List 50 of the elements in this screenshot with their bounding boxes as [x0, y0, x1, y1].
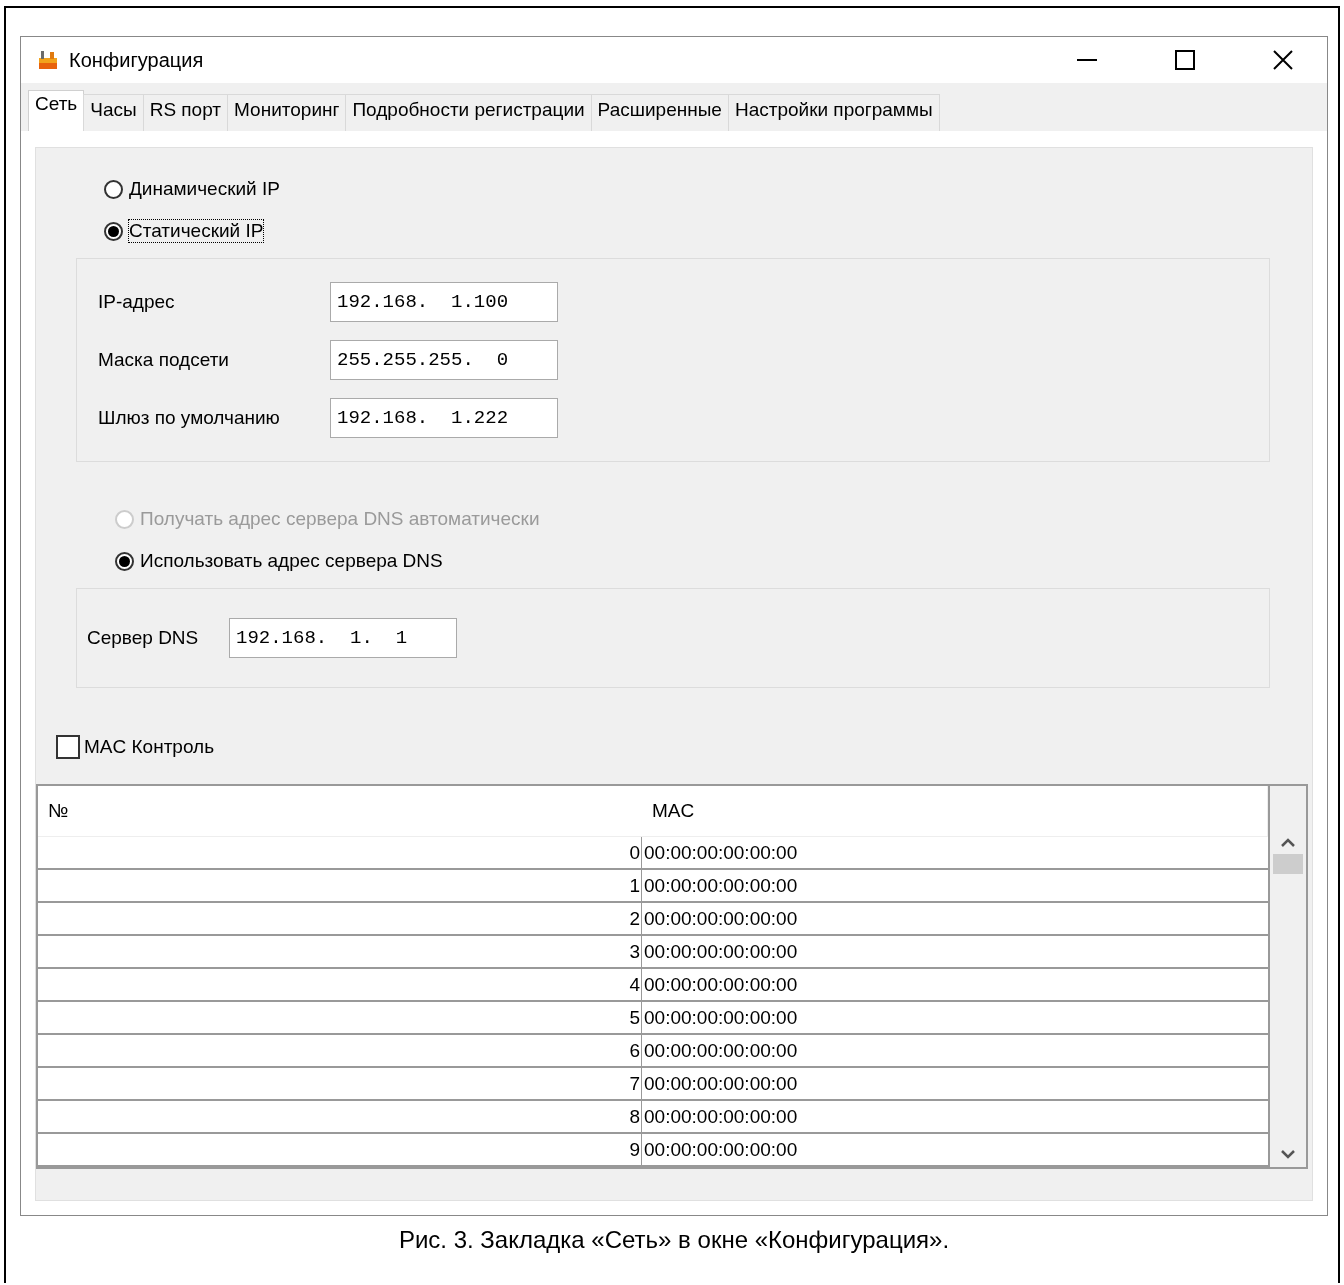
- figure-caption: Рис. 3. Закладка «Сеть» в окне «Конфигурация».: [397, 1225, 951, 1254]
- radio-button[interactable]: [115, 551, 134, 571]
- table-cell: 00:00:00:00:00:00: [642, 1035, 1268, 1068]
- window-title: Конфигурация: [69, 48, 205, 72]
- close-icon[interactable]: [1272, 49, 1294, 71]
- ip-field[interactable]: 192.168. 1.222: [330, 398, 558, 438]
- table-cell: 00:00:00:00:00:00: [642, 1002, 1268, 1035]
- table-cell: 00:00:00:00:00:00: [642, 903, 1268, 936]
- table-cell: 7: [38, 1068, 642, 1101]
- radio-label[interactable]: Использовать адрес сервера DNS: [140, 550, 443, 572]
- table-cell: 2: [38, 903, 642, 936]
- table-cell: 00:00:00:00:00:00: [642, 936, 1268, 969]
- scrollbar[interactable]: [1268, 786, 1306, 1167]
- tab[interactable]: Сеть: [28, 90, 85, 131]
- table-cell: 3: [38, 936, 642, 969]
- table-cell: 9: [38, 1134, 642, 1167]
- checkbox[interactable]: [56, 735, 80, 759]
- table-cell: 00:00:00:00:00:00: [642, 1101, 1268, 1134]
- table-cell: 00:00:00:00:00:00: [642, 870, 1268, 903]
- field-label: Сервер DNS: [87, 627, 200, 649]
- table-cell: 00:00:00:00:00:00: [642, 1068, 1268, 1101]
- field-label: Шлюз по умолчанию: [98, 407, 281, 429]
- tab[interactable]: Часы: [83, 94, 144, 131]
- field-label: Маска подсети: [98, 349, 230, 371]
- radio-button[interactable]: [104, 179, 123, 199]
- ip-field[interactable]: 255.255.255. 0: [330, 340, 558, 380]
- ip-field[interactable]: 192.168. 1.100: [330, 282, 558, 322]
- table-cell: 0: [38, 837, 642, 870]
- radio-label[interactable]: Динамический IP: [129, 178, 280, 200]
- table-cell: 1: [38, 870, 642, 903]
- column-header[interactable]: №: [38, 786, 642, 837]
- radio-button[interactable]: [104, 221, 123, 241]
- scroll-down-icon[interactable]: [1280, 1149, 1296, 1161]
- table-cell: 00:00:00:00:00:00: [642, 1134, 1268, 1167]
- app-icon: [37, 49, 59, 71]
- table-cell: 4: [38, 969, 642, 1002]
- maximize-icon[interactable]: [1174, 49, 1196, 71]
- table-cell: 00:00:00:00:00:00: [642, 837, 1268, 870]
- column-header[interactable]: MAC: [642, 786, 1268, 837]
- table-cell: 8: [38, 1101, 642, 1134]
- radio-label[interactable]: Статический IP: [129, 220, 264, 242]
- scroll-thumb[interactable]: [1273, 854, 1303, 874]
- checkbox-label[interactable]: MAC Контроль: [84, 736, 215, 758]
- scroll-up-icon[interactable]: [1280, 836, 1296, 848]
- dns-field[interactable]: 192.168. 1. 1: [229, 618, 457, 658]
- tab[interactable]: Настройки программы: [727, 94, 940, 131]
- table-cell: 6: [38, 1035, 642, 1068]
- field-label: IP-адрес: [98, 291, 176, 313]
- table-cell: 5: [38, 1002, 642, 1035]
- table-cell: 00:00:00:00:00:00: [642, 969, 1268, 1002]
